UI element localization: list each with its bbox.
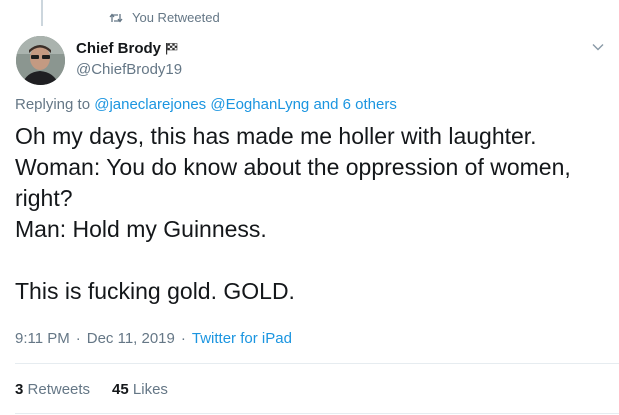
retweets-stat[interactable]: 3 Retweets [15,381,90,398]
meta-separator: · [75,330,81,347]
mention-link[interactable]: @janeclarejones [94,96,206,113]
user-handle[interactable]: @ChiefBrody19 [76,61,182,78]
checkered-flag-icon [165,42,178,55]
tweet-line: This is fucking gold. GOLD. [15,278,295,304]
tweet-text: Oh my days, this has made me holler with… [15,121,605,307]
avatar[interactable] [16,36,65,85]
retweets-count: 3 [15,381,24,398]
tweet-stats: 3 Retweets 45 Likes [15,381,168,398]
author-block: Chief Brody @ChiefBrody19 [76,40,182,78]
chevron-down-icon[interactable] [591,40,605,54]
display-name[interactable]: Chief Brody [76,40,161,57]
tweet-line: Oh my days, this has made me holler with… [15,123,537,149]
replying-to: Replying to @janeclarejones @EoghanLyng … [15,96,397,113]
tweet-line: Woman: You do know about the oppression … [15,154,571,180]
divider [15,413,619,414]
tweet-date[interactable]: Dec 11, 2019 [87,330,175,347]
tweet-source-link[interactable]: Twitter for iPad [192,330,292,347]
tweet-time[interactable]: 9:11 PM [15,330,70,347]
thread-line [41,0,43,26]
replying-prefix: Replying to [15,96,91,113]
name-row: Chief Brody [76,40,182,57]
others-link[interactable]: and 6 others [313,96,396,113]
likes-stat[interactable]: 45 Likes [112,381,168,398]
divider [15,363,619,364]
tweet-meta: 9:11 PM · Dec 11, 2019 · Twitter for iPad [15,330,292,347]
retweet-context: You Retweeted [109,10,220,25]
tweet-line: Man: Hold my Guinness. [15,216,267,242]
tweet-line: right? [15,185,73,211]
retweet-context-label: You Retweeted [132,10,220,25]
retweet-icon [109,12,123,24]
likes-count: 45 [112,381,129,398]
likes-label: Likes [132,381,168,398]
mention-link[interactable]: @EoghanLyng [210,96,309,113]
retweets-label: Retweets [27,381,91,398]
meta-separator: · [180,330,186,347]
